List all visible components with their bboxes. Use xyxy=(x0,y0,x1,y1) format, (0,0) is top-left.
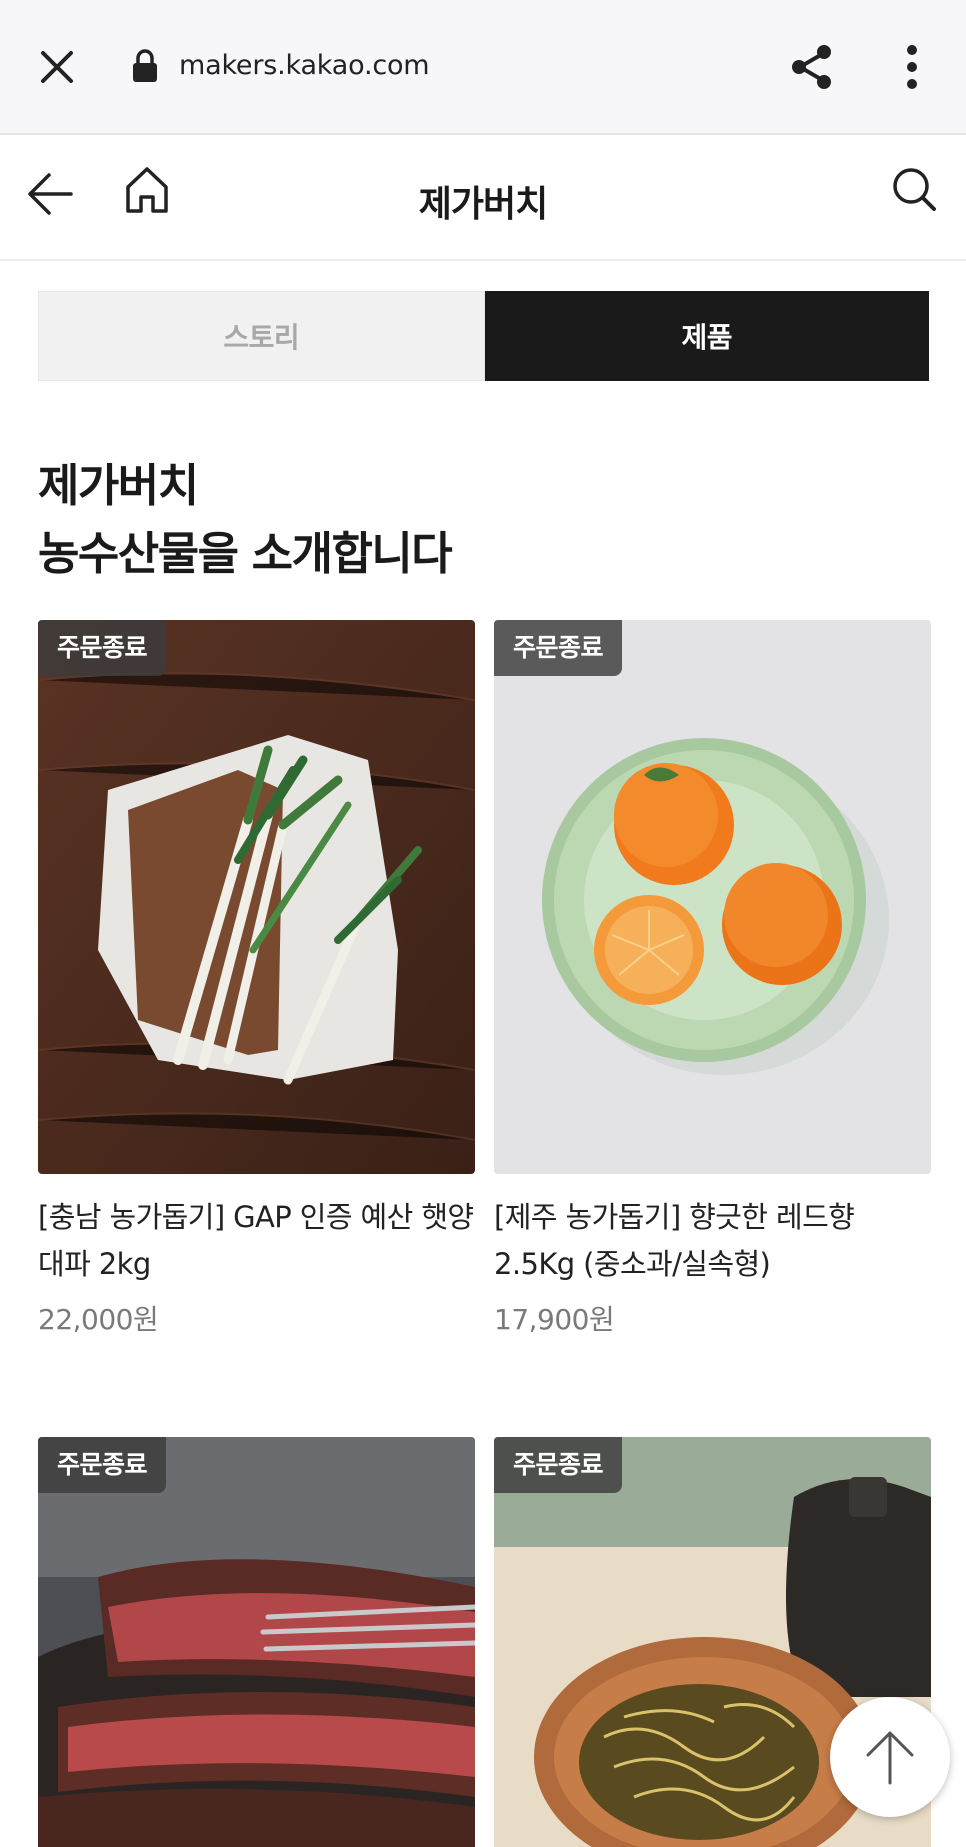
section-heading-line2: 농수산물을 소개합니다 xyxy=(38,527,453,580)
product-price: 22,000원 xyxy=(38,1303,159,1336)
section-heading: 제가버치 농수산물을 소개합니다 xyxy=(38,452,453,588)
app-header: 제가버치 xyxy=(0,135,966,261)
page-title: 제가버치 xyxy=(418,184,548,225)
more-vert-icon[interactable] xyxy=(905,44,919,90)
scroll-to-top-button[interactable] xyxy=(830,1697,950,1817)
product-card[interactable]: 주문종료 xyxy=(38,1437,475,1847)
product-name[interactable]: [제주 농가돕기] 향긋한 레드향 2.5Kg (중소과/실속형) xyxy=(494,1194,931,1288)
product-price: 17,900원 xyxy=(494,1303,615,1336)
search-icon[interactable] xyxy=(890,165,938,215)
product-image-steak[interactable]: 주문종료 xyxy=(38,1437,475,1847)
url-text[interactable]: makers.kakao.com xyxy=(179,49,430,83)
lock-icon xyxy=(133,49,157,82)
arrow-up-icon xyxy=(866,1731,914,1785)
product-name[interactable]: [충남 농가돕기] GAP 인증 예산 햇양대파 2kg xyxy=(38,1194,475,1288)
status-badge: 주문종료 xyxy=(494,1437,623,1493)
product-card[interactable]: 주문종료 [충남 농가돕기] GAP 인증 예산 햇양대파 2kg 22,000… xyxy=(38,620,475,1338)
tab-products[interactable]: 제품 xyxy=(484,291,929,381)
product-card[interactable]: 주문종료 [제주 농가돕기] 향긋한 레드향 2.5Kg (중소과/실속형) 1… xyxy=(494,620,931,1338)
browser-toolbar: makers.kakao.com xyxy=(0,0,966,135)
tab-bar: 스토리 제품 xyxy=(38,291,929,381)
status-badge: 주문종료 xyxy=(38,1437,167,1493)
share-icon[interactable] xyxy=(789,43,835,91)
product-image-tangerines[interactable]: 주문종료 xyxy=(494,620,931,1174)
product-image-green-onions[interactable]: 주문종료 xyxy=(38,620,475,1174)
tab-story[interactable]: 스토리 xyxy=(38,291,485,381)
status-badge: 주문종료 xyxy=(38,620,167,676)
close-icon[interactable] xyxy=(38,48,76,86)
status-badge: 주문종료 xyxy=(494,620,623,676)
section-heading-line1: 제가버치 xyxy=(38,459,199,512)
